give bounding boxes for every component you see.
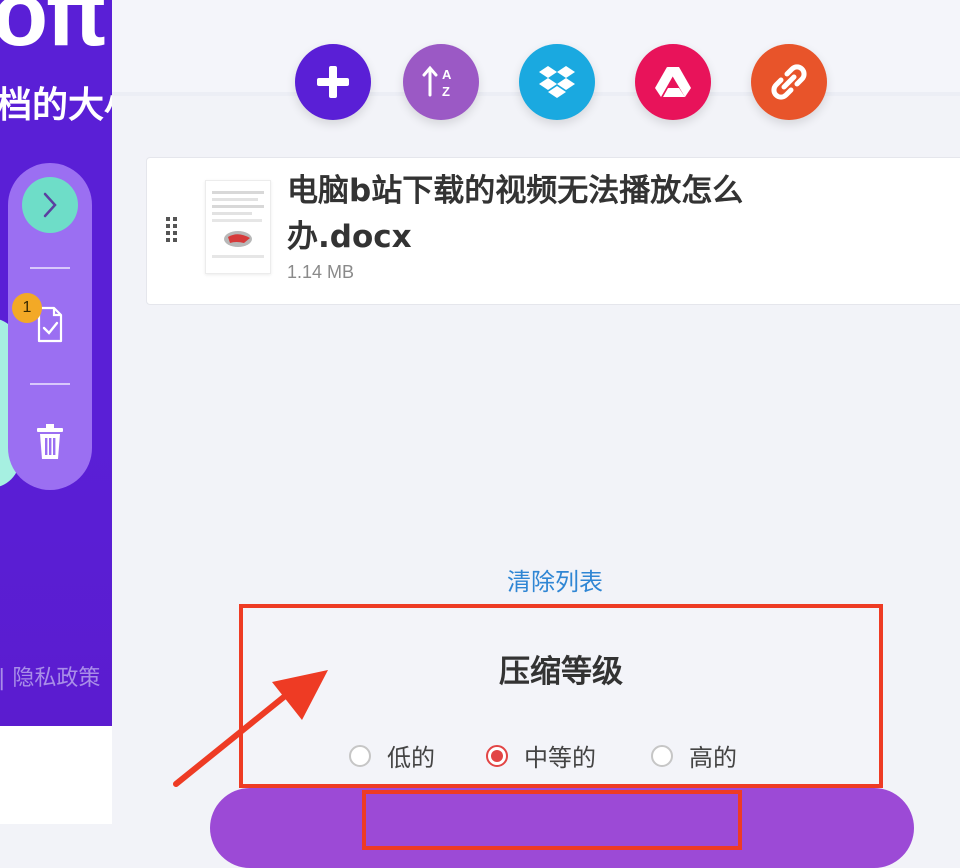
compression-title: 压缩等级 <box>499 654 623 690</box>
left-panel: oft 档的大小 1 <box>0 0 112 726</box>
trash-icon <box>37 424 63 459</box>
file-name: 电脑b站下载的视频无法播放怎么办.docx <box>287 173 744 255</box>
radio-label: 高的 <box>689 744 737 772</box>
side-toolbar: 1 <box>8 163 92 490</box>
tagline: 档的大小 <box>0 85 112 126</box>
sort-button[interactable]: A Z <box>403 44 479 120</box>
drag-handle-icon[interactable] <box>165 216 179 244</box>
main-area: A Z 电脑b站下载的视频无法播放怎么办.docx 1.14 MB 清除列表 压… <box>112 0 960 868</box>
grip-icon <box>166 217 177 242</box>
toolbar-divider <box>30 383 70 385</box>
radio-label: 中等的 <box>524 744 596 772</box>
google-drive-button[interactable] <box>635 44 711 120</box>
annotation-arrow-icon <box>173 670 328 787</box>
compression-option-medium[interactable]: 中等的 <box>486 738 596 773</box>
delete-button[interactable] <box>33 422 67 462</box>
link-icon <box>771 64 807 100</box>
compression-option-high[interactable]: 高的 <box>651 738 737 773</box>
plus-icon <box>317 66 349 98</box>
radio-label: 低的 <box>387 744 435 772</box>
radio-button-selected[interactable] <box>486 744 508 767</box>
google-drive-icon <box>655 67 691 97</box>
toolbar-divider <box>30 267 70 269</box>
chevron-right-icon <box>43 192 57 218</box>
left-panel-footer <box>0 726 112 824</box>
link-button[interactable] <box>751 44 827 120</box>
brand-logo-text: oft <box>0 0 105 65</box>
radio-button[interactable] <box>349 744 371 767</box>
clear-list-link[interactable]: 清除列表 <box>507 562 603 597</box>
document-preview-icon <box>212 191 264 258</box>
svg-text:Z: Z <box>442 84 450 99</box>
dropbox-button[interactable] <box>519 44 595 120</box>
compression-level-panel: 压缩等级 低的 中等的 高的 <box>239 604 883 788</box>
file-size: 1.14 MB <box>287 262 355 282</box>
file-card[interactable]: 电脑b站下载的视频无法播放怎么办.docx 1.14 MB <box>146 157 960 305</box>
svg-text:A: A <box>442 67 452 82</box>
dropbox-icon <box>539 66 575 98</box>
annotation-highlight-box <box>362 790 742 850</box>
radio-button[interactable] <box>651 744 673 767</box>
document-thumbnail <box>205 180 271 274</box>
add-file-button[interactable] <box>295 44 371 120</box>
compression-option-low[interactable]: 低的 <box>349 738 435 773</box>
selected-count-badge: 1 <box>12 293 42 323</box>
privacy-policy-link[interactable]: | 隐私政策 <box>0 660 100 692</box>
next-button[interactable] <box>22 177 78 233</box>
sort-az-icon: A Z <box>422 65 452 99</box>
